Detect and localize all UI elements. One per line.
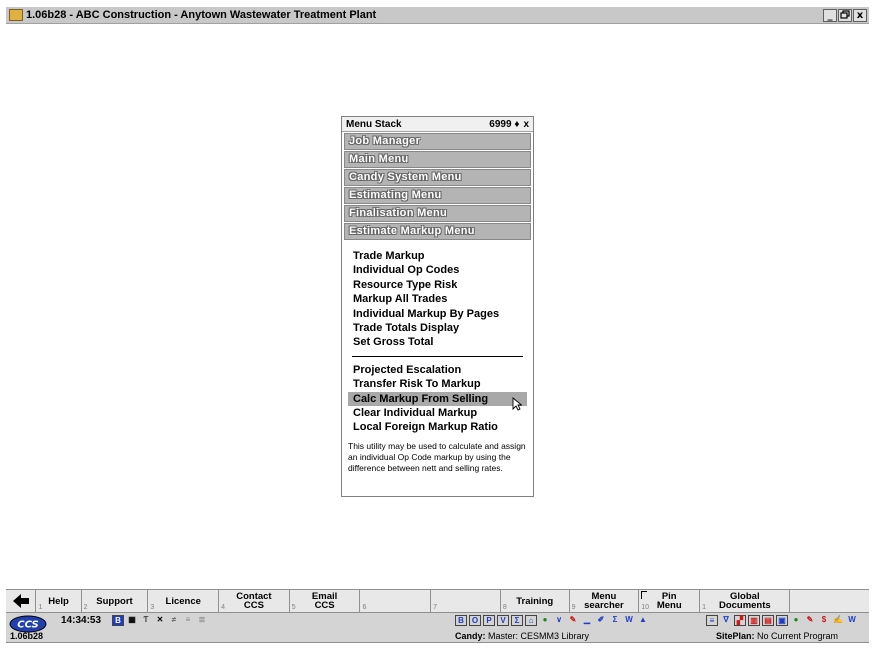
b-icon[interactable]: B [455,615,467,626]
stack-item-main-menu[interactable]: Main Menu [344,151,531,168]
building-icon[interactable]: ⌂ [525,615,537,626]
checkmark-v-icon[interactable]: ∨ [553,615,565,626]
menu-stack-title: Menu Stack [346,118,402,130]
database-icon[interactable]: B [112,615,124,626]
candy-status: Candy: Master: CESMM3 Library [455,631,590,641]
menu-stack-panel: Menu Stack 6999 ♦ x Job Manager Main Men… [341,116,534,497]
up-arrow-icon[interactable]: ▲ [637,615,649,626]
empty-function-button-7[interactable]: 7 [431,590,501,612]
option-individual-op-codes[interactable]: Individual Op Codes [348,263,527,277]
pin-checkbox-icon [641,591,648,599]
menu-stack-list: Job Manager Main Menu Candy System Menu … [342,133,533,240]
notes-icon[interactable]: ✍ [832,615,844,626]
close-button[interactable]: x [853,8,867,22]
o-icon[interactable]: O [469,615,481,626]
option-projected-escalation[interactable]: Projected Escalation [348,363,527,377]
grid-icon[interactable]: ≡ [182,615,194,626]
ruler-icon[interactable]: ▁ [581,615,593,626]
option-description: This utility may be used to calculate an… [348,440,526,473]
global-documents-button[interactable]: Global Documents 1 [700,590,791,612]
diamond-icon[interactable]: ♦ [514,119,519,130]
chart-icon[interactable]: ▞ [734,615,746,626]
title-bar: 1.06b28 - ABC Construction - Anytown Was… [6,7,869,24]
empty-function-button-6[interactable]: 6 [360,590,432,612]
stack-item-estimating-menu[interactable]: Estimating Menu [344,187,531,204]
table-grid-icon[interactable]: ▥ [748,615,760,626]
menu-stack-header: Menu Stack 6999 ♦ x [342,117,533,132]
p-icon[interactable]: P [483,615,495,626]
app-icon [9,9,23,21]
siteplan-toolbar-icons: ≡ ∇ ▞ ▥ ▤ ▣ ● ✎ $ ✍ W [706,615,858,626]
sigma-icon[interactable]: Σ [609,615,621,626]
v-icon[interactable]: V [497,615,509,626]
menu-stack-count: 6999 ♦ [489,118,520,130]
option-local-foreign-markup-ratio[interactable]: Local Foreign Markup Ratio [348,420,527,434]
paint-icon[interactable]: ● [790,615,802,626]
option-clear-individual-markup[interactable]: Clear Individual Markup [348,406,527,420]
back-arrow-icon [12,594,29,608]
stack-item-estimate-markup-menu[interactable]: Estimate Markup Menu [344,223,531,240]
restore-button[interactable] [838,8,852,22]
calc-icon[interactable]: ≠ [168,615,180,626]
option-markup-all-trades[interactable]: Markup All Trades [348,292,527,306]
sigma-box-icon[interactable]: Σ [511,615,523,626]
filter-icon[interactable]: ∇ [720,615,732,626]
stack-item-job-manager[interactable]: Job Manager [344,133,531,150]
word-doc-icon[interactable]: W [846,615,858,626]
pencil-icon[interactable]: ✎ [567,615,579,626]
option-trade-markup[interactable]: Trade Markup [348,249,527,263]
help-button[interactable]: Help 1 [36,590,82,612]
dollar-icon[interactable]: $ [818,615,830,626]
status-bar: CCS 1.06b28 14:34:53 B ▦ Ƭ ✕ ≠ ≡ ≣ B O P… [6,613,869,643]
restore-icon [840,9,850,19]
bar-chart-icon[interactable]: ▤ [762,615,774,626]
window-controls: _ x [823,8,867,22]
edit-icon[interactable]: ✐ [595,615,607,626]
ccs-logo: CCS 1.06b28 [8,615,52,641]
support-button[interactable]: Support 2 [82,590,149,612]
menu-searcher-button[interactable]: Menu searcher 9 [570,590,640,612]
mouse-pointer-icon [512,397,522,411]
table-icon[interactable]: ≣ [196,615,208,626]
form-icon[interactable]: ▣ [776,615,788,626]
licence-button[interactable]: Licence 3 [148,590,220,612]
draw-icon[interactable]: ✎ [804,615,816,626]
keyboard-icon[interactable]: ▦ [126,615,138,626]
minimize-button[interactable]: _ [823,8,837,22]
word-icon[interactable]: W [623,615,635,626]
clock-time: 14:34:53 [61,615,102,626]
menu-options: Trade Markup Individual Op Codes Resourc… [342,241,533,474]
menu-divider [352,355,523,357]
candy-toolbar-icons: B O P V Σ ⌂ ● ∨ ✎ ▁ ✐ Σ W ▲ [455,615,649,626]
option-set-gross-total[interactable]: Set Gross Total [348,335,527,349]
window-title: 1.06b28 - ABC Construction - Anytown Was… [26,9,377,21]
email-ccs-button[interactable]: Email CCS 5 [290,590,361,612]
document-list-icon[interactable]: ≡ [706,615,718,626]
training-button[interactable]: Training 8 [501,590,570,612]
menu-stack-close-button[interactable]: x [523,119,529,130]
function-key-toolbar: Help 1 Support 2 Licence 3 Contact CCS 4… [6,589,869,613]
stack-item-candy-system-menu[interactable]: Candy System Menu [344,169,531,186]
option-trade-totals-display[interactable]: Trade Totals Display [348,321,527,335]
option-transfer-risk-to-markup[interactable]: Transfer Risk To Markup [348,377,527,391]
palette-icon[interactable]: ● [539,615,551,626]
antenna-icon[interactable]: Ƭ [140,615,152,626]
x-tool-icon[interactable]: ✕ [154,615,166,626]
pin-menu-button[interactable]: Pin Menu 10 [639,590,701,612]
contact-ccs-button[interactable]: Contact CCS 4 [219,590,290,612]
stack-item-finalisation-menu[interactable]: Finalisation Menu [344,205,531,222]
empty-function-button-12[interactable] [790,590,869,612]
back-button[interactable] [6,590,37,612]
siteplan-status: SitePlan: No Current Program [716,631,839,641]
option-resource-type-risk[interactable]: Resource Type Risk [348,278,527,292]
option-individual-markup-by-pages[interactable]: Individual Markup By Pages [348,307,527,321]
option-calc-markup-from-selling[interactable]: Calc Markup From Selling [348,391,527,406]
svg-text:CCS: CCS [17,620,39,631]
status-icon-group-left: B ▦ Ƭ ✕ ≠ ≡ ≣ [112,615,208,626]
